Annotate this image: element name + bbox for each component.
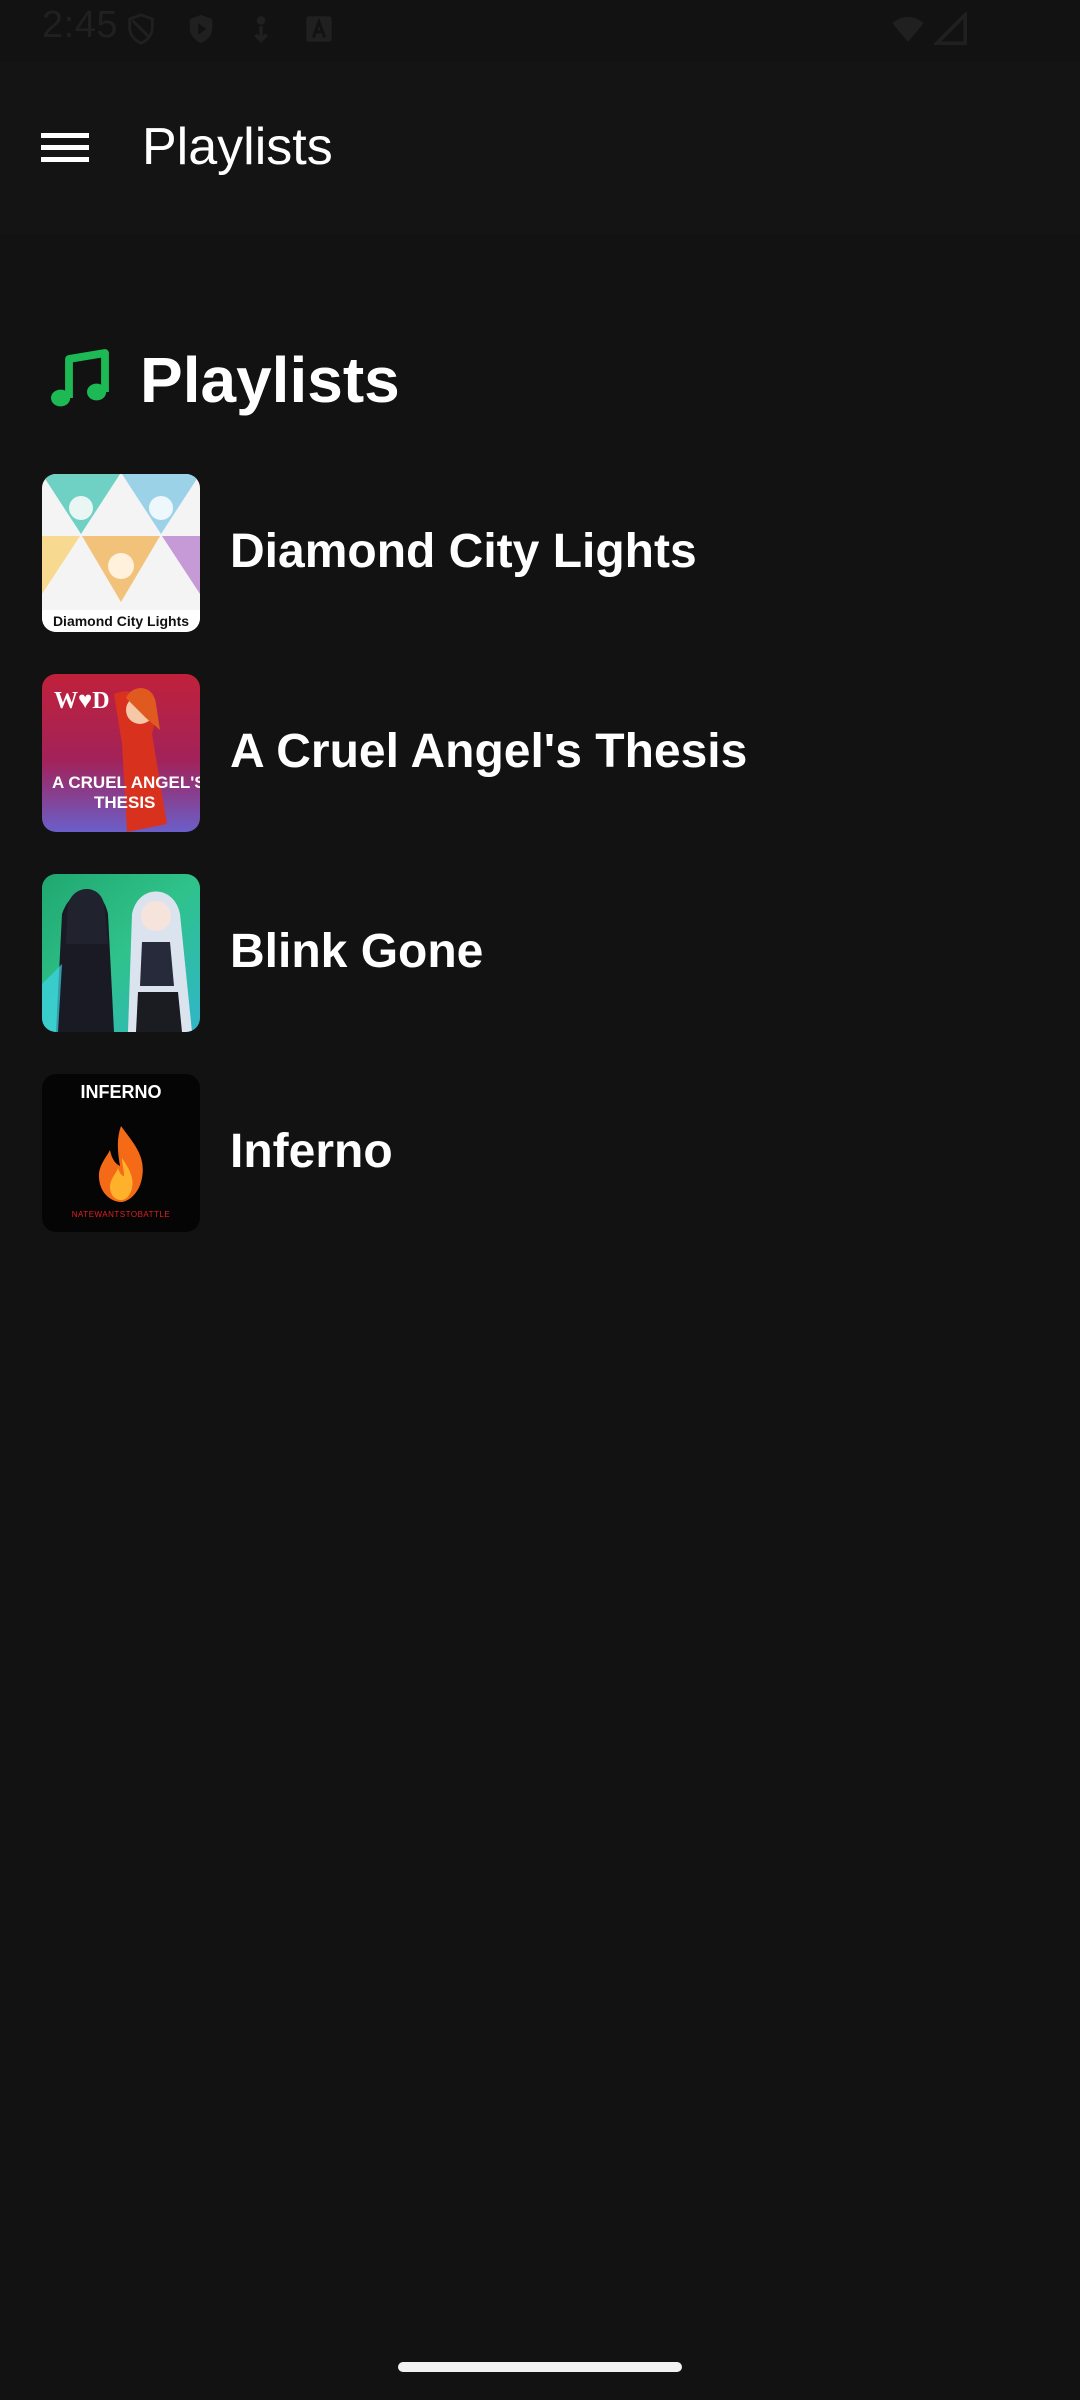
status-bar: 2:45 [0, 0, 1080, 62]
shield-icon [124, 12, 158, 46]
play-protect-icon [184, 12, 218, 46]
section-header: Playlists [42, 335, 400, 425]
svg-text:NATEWANTSTOBATTLE: NATEWANTSTOBATTLE [72, 1210, 170, 1219]
app-bar: Playlists [0, 62, 1080, 234]
playlist-list: Diamond City Lights Diamond City Lights [0, 472, 1080, 1272]
playlist-name: Diamond City Lights [230, 525, 697, 578]
playlist-name: Inferno [230, 1125, 393, 1178]
status-time: 2:45 [42, 4, 118, 46]
playlist-item[interactable]: Diamond City Lights Diamond City Lights [0, 472, 1080, 672]
gesture-nav-bar[interactable] [398, 2362, 682, 2372]
svg-text:THESIS: THESIS [94, 793, 155, 812]
playlist-item[interactable]: W♥D A CRUEL ANGEL'S THESIS A Cruel Angel… [0, 672, 1080, 872]
playlist-cover: W♥D A CRUEL ANGEL'S THESIS [42, 674, 200, 832]
download-icon [244, 12, 278, 46]
cover-title: INFERNO [81, 1082, 162, 1102]
music-note-icon [42, 344, 114, 416]
menu-button[interactable] [30, 112, 100, 182]
section-title: Playlists [140, 344, 400, 416]
hamburger-menu-icon [41, 133, 89, 162]
cover-title: Diamond City Lights [53, 613, 189, 629]
cover-title: A CRUEL ANGEL'S [52, 773, 200, 792]
playlist-cover [42, 874, 200, 1032]
playlist-item[interactable]: INFERNO NATEWANTSTOBATTLE Inferno [0, 1072, 1080, 1272]
wifi-icon [888, 12, 928, 46]
playlist-item[interactable]: Blink Gone [0, 872, 1080, 1072]
svg-text:W♥D: W♥D [54, 688, 110, 714]
playlist-cover: INFERNO NATEWANTSTOBATTLE [42, 1074, 200, 1232]
signal-icon [934, 12, 968, 46]
playlist-name: Blink Gone [230, 925, 484, 978]
playlist-name: A Cruel Angel's Thesis [230, 725, 748, 778]
notification-a-icon [302, 12, 336, 46]
page-title: Playlists [142, 118, 333, 176]
playlist-cover: Diamond City Lights [42, 474, 200, 632]
